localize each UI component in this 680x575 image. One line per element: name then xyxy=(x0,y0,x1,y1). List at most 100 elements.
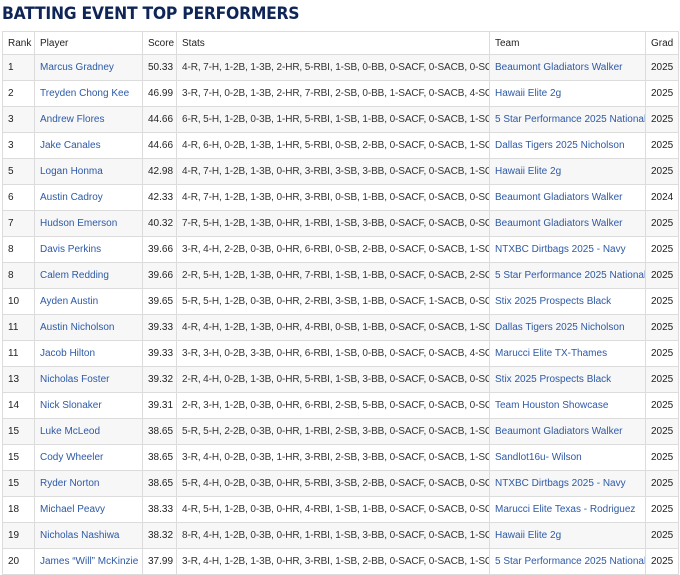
score-cell: 44.66 xyxy=(142,132,177,159)
team-link[interactable]: Dallas Tigers 2025 Nicholson xyxy=(489,132,646,159)
player-link[interactable]: Jake Canales xyxy=(34,132,143,159)
player-link[interactable]: Logan Honma xyxy=(34,158,143,185)
grad-cell: 2024 xyxy=(645,184,679,211)
grad-cell: 2025 xyxy=(645,80,679,107)
table-row: 5 Logan Honma 42.98 4-R, 7-H, 1-2B, 1-3B, 0… xyxy=(2,158,679,185)
team-link[interactable]: NTXBC Dirtbags 2025 - Navy xyxy=(489,236,646,263)
rank-cell: 15 xyxy=(2,470,35,497)
table-row: 1 Marcus Gradney 50.33 4-R, 7-H, 1-2B, 1-3B… xyxy=(2,54,679,81)
player-link[interactable]: James “Will” McKinzie xyxy=(34,548,143,575)
stats-cell: 6-R, 5-H, 1-2B, 0-3B, 1-HR, 5-RBI, 1-SB,… xyxy=(176,106,490,133)
team-link[interactable]: Sandlot16u- Wilson xyxy=(489,444,646,471)
table-row: 18 Michael Peavy 38.33 4-R, 5-H, 1-2B, 0-3B… xyxy=(2,496,679,523)
score-cell: 39.33 xyxy=(142,340,177,367)
team-link[interactable]: Beaumont Gladiators Walker xyxy=(489,184,646,211)
stats-cell: 5-R, 4-H, 0-2B, 0-3B, 0-HR, 5-RBI, 3-SB,… xyxy=(176,470,490,497)
stats-cell: 7-R, 5-H, 1-2B, 1-3B, 0-HR, 1-RBI, 1-SB,… xyxy=(176,210,490,237)
rank-cell: 11 xyxy=(2,314,35,341)
player-link[interactable]: Cody Wheeler xyxy=(34,444,143,471)
team-link[interactable]: 5 Star Performance 2025 National xyxy=(489,262,646,289)
header-stats: Stats xyxy=(176,31,490,55)
table-row: 15 Ryder Norton 38.65 5-R, 4-H, 0-2B, 0-3B,… xyxy=(2,470,679,497)
team-link[interactable]: Hawaii Elite 2g xyxy=(489,80,646,107)
stats-cell: 2-R, 4-H, 0-2B, 1-3B, 0-HR, 5-RBI, 1-SB,… xyxy=(176,366,490,393)
player-link[interactable]: Nick Slonaker xyxy=(34,392,143,419)
team-link[interactable]: Hawaii Elite 2g xyxy=(489,158,646,185)
player-link[interactable]: Treyden Chong Kee xyxy=(34,80,143,107)
score-cell: 38.33 xyxy=(142,496,177,523)
page: BATTING EVENT TOP PERFORMERS Rank Player… xyxy=(0,3,680,575)
grad-cell: 2025 xyxy=(645,522,679,549)
rank-cell: 1 xyxy=(2,54,35,81)
rank-cell: 20 xyxy=(2,548,35,575)
table-row: 13 Nicholas Foster 39.32 2-R, 4-H, 0-2B, 1-… xyxy=(2,366,679,393)
grad-cell: 2025 xyxy=(645,418,679,445)
player-link[interactable]: Nicholas Nashiwa xyxy=(34,522,143,549)
table-row: 6 Austin Cadroy 42.33 4-R, 7-H, 1-2B, 1-3B,… xyxy=(2,184,679,211)
grad-cell: 2025 xyxy=(645,314,679,341)
rank-cell: 7 xyxy=(2,210,35,237)
score-cell: 39.66 xyxy=(142,262,177,289)
table-row: 3 Andrew Flores 44.66 6-R, 5-H, 1-2B, 0-3B,… xyxy=(2,106,679,133)
table-row: 8 Calem Redding 39.66 2-R, 5-H, 1-2B, 1-3B,… xyxy=(2,262,679,289)
stats-cell: 3-R, 4-H, 0-2B, 0-3B, 1-HR, 3-RBI, 2-SB,… xyxy=(176,444,490,471)
player-link[interactable]: Andrew Flores xyxy=(34,106,143,133)
table-row: 11 Austin Nicholson 39.33 4-R, 4-H, 1-2B, 1… xyxy=(2,314,679,341)
player-link[interactable]: Austin Nicholson xyxy=(34,314,143,341)
table-row: 10 Ayden Austin 39.65 5-R, 5-H, 1-2B, 0-3B,… xyxy=(2,288,679,315)
team-link[interactable]: Team Houston Showcase xyxy=(489,392,646,419)
player-link[interactable]: Ayden Austin xyxy=(34,288,143,315)
rank-cell: 19 xyxy=(2,522,35,549)
score-cell: 39.31 xyxy=(142,392,177,419)
team-link[interactable]: Beaumont Gladiators Walker xyxy=(489,54,646,81)
header-rank: Rank xyxy=(2,31,35,55)
score-cell: 46.99 xyxy=(142,80,177,107)
table-row: 19 Nicholas Nashiwa 38.32 8-R, 4-H, 1-2B, 0… xyxy=(2,522,679,549)
rank-cell: 8 xyxy=(2,262,35,289)
team-link[interactable]: 5 Star Performance 2025 National xyxy=(489,548,646,575)
team-link[interactable]: NTXBC Dirtbags 2025 - Navy xyxy=(489,470,646,497)
player-link[interactable]: Jacob Hilton xyxy=(34,340,143,367)
team-link[interactable]: Beaumont Gladiators Walker xyxy=(489,418,646,445)
team-link[interactable]: Stix 2025 Prospects Black xyxy=(489,366,646,393)
grad-cell: 2025 xyxy=(645,366,679,393)
player-link[interactable]: Michael Peavy xyxy=(34,496,143,523)
header-grad: Grad xyxy=(645,31,679,55)
top-performers-table: Rank Player Score Stats Team Grad 1 Marcu… xyxy=(2,31,679,575)
score-cell: 42.33 xyxy=(142,184,177,211)
score-cell: 39.32 xyxy=(142,366,177,393)
score-cell: 37.99 xyxy=(142,548,177,575)
team-link[interactable]: Dallas Tigers 2025 Nicholson xyxy=(489,314,646,341)
team-link[interactable]: Hawaii Elite 2g xyxy=(489,522,646,549)
team-link[interactable]: Stix 2025 Prospects Black xyxy=(489,288,646,315)
team-link[interactable]: 5 Star Performance 2025 National xyxy=(489,106,646,133)
team-link[interactable]: Marucci Elite Texas - Rodriguez xyxy=(489,496,646,523)
score-cell: 50.33 xyxy=(142,54,177,81)
table-row: 20 James “Will” McKinzie 37.99 3-R, 4-H, 1-… xyxy=(2,548,679,575)
player-link[interactable]: Nicholas Foster xyxy=(34,366,143,393)
stats-cell: 3-R, 4-H, 1-2B, 1-3B, 0-HR, 3-RBI, 1-SB,… xyxy=(176,548,490,575)
rank-cell: 5 xyxy=(2,158,35,185)
player-link[interactable]: Davis Perkins xyxy=(34,236,143,263)
player-link[interactable]: Ryder Norton xyxy=(34,470,143,497)
grad-cell: 2025 xyxy=(645,106,679,133)
player-link[interactable]: Austin Cadroy xyxy=(34,184,143,211)
player-link[interactable]: Marcus Gradney xyxy=(34,54,143,81)
rank-cell: 15 xyxy=(2,418,35,445)
table-row: 11 Jacob Hilton 39.33 3-R, 3-H, 0-2B, 3-3B,… xyxy=(2,340,679,367)
rank-cell: 10 xyxy=(2,288,35,315)
score-cell: 39.66 xyxy=(142,236,177,263)
player-link[interactable]: Hudson Emerson xyxy=(34,210,143,237)
grad-cell: 2025 xyxy=(645,340,679,367)
player-link[interactable]: Calem Redding xyxy=(34,262,143,289)
header-score: Score xyxy=(142,31,177,55)
rank-cell: 6 xyxy=(2,184,35,211)
grad-cell: 2025 xyxy=(645,496,679,523)
stats-cell: 3-R, 4-H, 2-2B, 0-3B, 0-HR, 6-RBI, 0-SB,… xyxy=(176,236,490,263)
team-link[interactable]: Beaumont Gladiators Walker xyxy=(489,210,646,237)
stats-cell: 5-R, 5-H, 2-2B, 0-3B, 0-HR, 1-RBI, 2-SB,… xyxy=(176,418,490,445)
stats-cell: 4-R, 7-H, 1-2B, 1-3B, 0-HR, 3-RBI, 0-SB,… xyxy=(176,184,490,211)
player-link[interactable]: Luke McLeod xyxy=(34,418,143,445)
team-link[interactable]: Marucci Elite TX-Thames xyxy=(489,340,646,367)
stats-cell: 5-R, 5-H, 1-2B, 0-3B, 0-HR, 2-RBI, 3-SB,… xyxy=(176,288,490,315)
